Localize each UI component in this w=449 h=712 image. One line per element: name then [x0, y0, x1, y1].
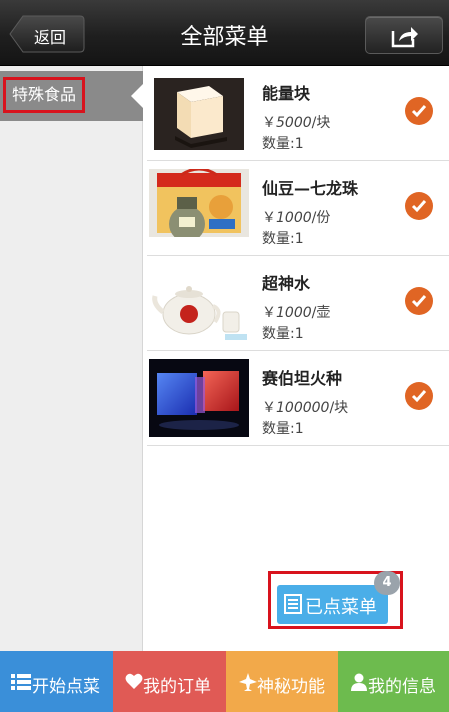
person-icon: [351, 673, 367, 691]
price-value: 5000: [276, 115, 312, 131]
dish-name: 仙豆—七龙珠: [262, 179, 359, 198]
dish-name: 能量块: [262, 84, 311, 103]
list-item[interactable]: 赛伯坦火种 ￥100000/块 数量:1: [147, 351, 449, 446]
sidebar-item-label: 特殊食品: [3, 77, 86, 113]
list-icon: [11, 674, 31, 690]
selected-check-icon[interactable]: [405, 192, 433, 220]
currency-sign: ￥: [262, 400, 276, 416]
currency-sign: ￥: [262, 115, 276, 131]
tab-label: 我的信息: [368, 677, 436, 697]
ordered-menu-button[interactable]: 已点菜单: [277, 585, 388, 624]
dish-quantity: 数量:1: [262, 326, 304, 342]
selected-check-icon[interactable]: [405, 287, 433, 315]
dish-price: ￥100000/块: [262, 397, 348, 417]
price-value: 100000: [276, 400, 330, 416]
list-item[interactable]: 超神水 ￥1000/壶 数量:1: [147, 256, 449, 351]
price-unit: /壶: [311, 305, 331, 321]
price-unit: /份: [311, 210, 331, 226]
ordered-menu-label: 已点菜单: [305, 597, 377, 618]
currency-sign: ￥: [262, 305, 276, 321]
dish-image: [149, 264, 249, 342]
tab-start-order[interactable]: 开始点菜: [0, 651, 113, 712]
dish-name: 超神水: [262, 274, 311, 293]
dish-quantity: 数量:1: [262, 421, 304, 437]
tab-label: 神秘功能: [257, 677, 325, 697]
dish-image: [149, 169, 249, 247]
dish-price: ￥5000/块: [262, 112, 330, 132]
price-value: 1000: [276, 210, 312, 226]
dish-price: ￥1000/壶: [262, 302, 330, 322]
tab-label: 开始点菜: [32, 677, 100, 697]
tab-my-info[interactable]: 我的信息: [338, 651, 449, 712]
top-bar: 返回 全部菜单: [0, 0, 449, 66]
dish-name: 赛伯坦火种: [262, 369, 343, 388]
category-sidebar: 特殊食品: [0, 66, 143, 651]
tab-label: 我的订单: [143, 677, 211, 697]
dish-price: ￥1000/份: [262, 207, 330, 227]
share-button[interactable]: [365, 16, 443, 54]
selected-check-icon[interactable]: [405, 97, 433, 125]
dish-quantity: 数量:1: [262, 231, 304, 247]
price-unit: /块: [329, 400, 349, 416]
dish-quantity: 数量:1: [262, 136, 304, 152]
tab-mystery-feature[interactable]: 神秘功能: [226, 651, 338, 712]
price-value: 1000: [276, 305, 312, 321]
tab-my-orders[interactable]: 我的订单: [113, 651, 226, 712]
bottom-tab-bar: 开始点菜 我的订单 神秘功能 我的信息: [0, 651, 449, 712]
share-icon: [391, 27, 418, 48]
plane-icon: [239, 673, 257, 691]
dish-image: [149, 359, 249, 437]
ordered-count-badge: 4: [374, 571, 400, 595]
sidebar-item-special-food[interactable]: 特殊食品: [0, 71, 143, 121]
menu-list-icon: [284, 594, 302, 614]
selected-caret-icon: [131, 84, 143, 108]
list-item[interactable]: 能量块 ￥5000/块 数量:1: [147, 66, 449, 161]
dish-image: [149, 74, 249, 152]
price-unit: /块: [311, 115, 331, 131]
selected-check-icon[interactable]: [405, 382, 433, 410]
heart-icon: [125, 673, 143, 689]
currency-sign: ￥: [262, 210, 276, 226]
list-item[interactable]: 仙豆—七龙珠 ￥1000/份 数量:1: [147, 161, 449, 256]
